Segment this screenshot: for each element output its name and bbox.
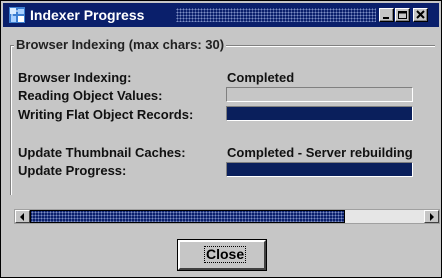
update-progress-label: Update Progress: — [18, 163, 127, 178]
maximize-button[interactable] — [395, 8, 410, 22]
close-icon — [416, 10, 425, 19]
indexer-progress-window: Indexer Progress Browser Indexing (max c… — [0, 0, 442, 278]
minimize-button[interactable] — [379, 8, 394, 22]
browser-indexing-label: Browser Indexing: — [18, 70, 132, 85]
reading-object-values-label: Reading Object Values: — [18, 88, 163, 103]
reading-object-values-progress — [226, 87, 413, 102]
browser-indexing-value: Completed — [227, 70, 295, 85]
title-bar[interactable]: Indexer Progress — [3, 3, 439, 27]
writing-flat-object-records-label: Writing Flat Object Records: — [18, 107, 194, 122]
scroll-left-button[interactable] — [15, 210, 30, 223]
scroll-right-button[interactable] — [424, 210, 439, 223]
close-button[interactable]: Close — [177, 239, 267, 271]
arrow-left-icon — [20, 213, 24, 221]
close-button-label: Close — [203, 246, 247, 263]
scroll-thumb[interactable] — [30, 210, 345, 223]
writing-flat-object-records-progress — [226, 106, 413, 121]
update-thumbnail-caches-value: Completed - Server rebuilding — [227, 145, 413, 160]
indexer-app-icon — [9, 7, 25, 23]
window-title: Indexer Progress — [30, 7, 145, 23]
group-title: Browser Indexing (max chars: 30) — [14, 37, 227, 53]
update-progress-bar — [226, 162, 413, 177]
minimize-icon — [383, 17, 389, 19]
arrow-right-icon — [430, 213, 434, 221]
progress-fill — [227, 107, 412, 120]
maximize-icon — [398, 11, 407, 19]
horizontal-scrollbar[interactable] — [14, 209, 440, 224]
progress-fill — [227, 163, 412, 176]
close-window-button[interactable] — [413, 8, 428, 22]
update-thumbnail-caches-label: Update Thumbnail Caches: — [18, 145, 186, 160]
title-bar-grip — [176, 8, 376, 22]
